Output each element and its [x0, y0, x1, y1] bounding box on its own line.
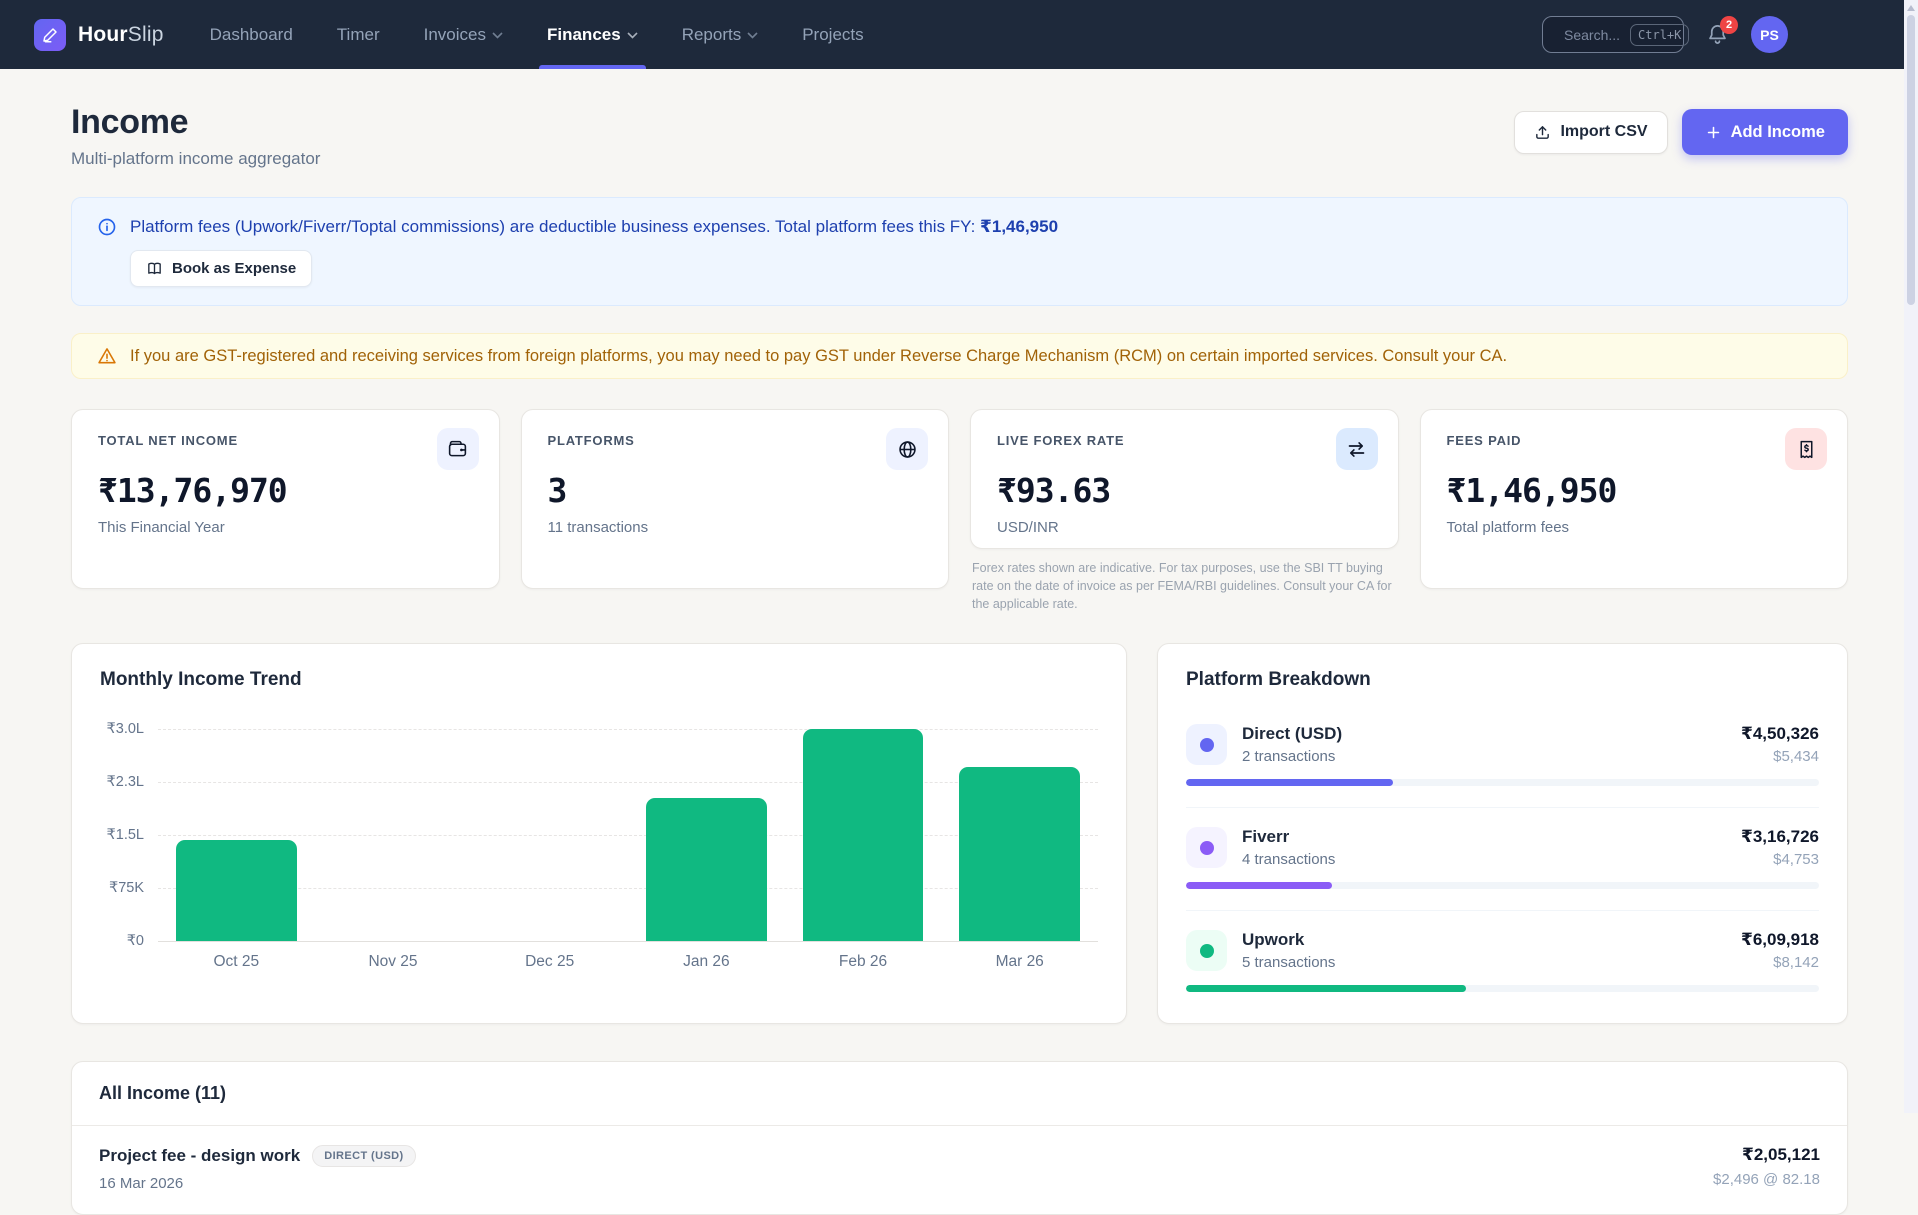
chart-bar-feb-26	[802, 729, 924, 942]
stat-subtext: This Financial Year	[98, 519, 225, 536]
stat-label: TOTAL NET INCOME	[98, 433, 238, 448]
stat-card-total-net-income: TOTAL NET INCOME ₹13,76,970 This Financi…	[71, 409, 500, 589]
notification-count-badge: 2	[1720, 16, 1738, 34]
page-header: Income Multi-platform income aggregator …	[71, 103, 1848, 169]
add-income-button[interactable]: Add Income	[1681, 109, 1848, 155]
import-csv-button[interactable]: Import CSV	[1514, 110, 1668, 154]
platform-dot-icon	[1186, 724, 1227, 766]
breakdown-row-direct-usd: Direct (USD) 2 transactions ₹4,50,326 $5…	[1186, 705, 1819, 809]
search-placeholder: Search...	[1564, 26, 1621, 43]
scroll-up-arrow[interactable]	[1907, 5, 1915, 11]
search-shortcut-kbd: Ctrl+K	[1630, 23, 1690, 46]
all-income-header: All Income (11)	[72, 1062, 1847, 1127]
nav-invoices[interactable]: Invoices	[424, 0, 503, 69]
bar-chart: ₹3.0L ₹2.3L ₹1.5L ₹75K ₹0	[100, 721, 1098, 950]
nav-reports[interactable]: Reports	[682, 0, 759, 69]
progress-track	[1186, 985, 1819, 993]
page-subtitle: Multi-platform income aggregator	[71, 149, 321, 168]
stat-label: FEES PAID	[1446, 433, 1522, 448]
platform-fees-info-banner: Platform fees (Upwork/Fiverr/Toptal comm…	[71, 197, 1848, 306]
receipt-icon	[1785, 428, 1827, 470]
nav-projects[interactable]: Projects	[802, 0, 863, 69]
progress-fill	[1186, 882, 1332, 890]
info-banner-amount: ₹1,46,950	[980, 217, 1059, 236]
income-row-inr: ₹2,05,121	[1741, 1145, 1820, 1165]
plus-icon	[1707, 126, 1719, 138]
stat-value: ₹1,46,950	[1446, 471, 1618, 510]
scrollbar-thumb[interactable]	[1907, 15, 1915, 305]
upload-icon	[1536, 125, 1550, 139]
search-input[interactable]: Search... Ctrl+K	[1542, 16, 1690, 53]
hourslip-logo-icon	[34, 18, 66, 51]
chevron-down-icon	[627, 32, 638, 39]
book-icon	[148, 262, 161, 275]
stat-subtext: USD/INR	[997, 519, 1059, 536]
income-row-date: 16 Mar 2026	[99, 1175, 184, 1193]
chevron-down-icon	[747, 32, 758, 39]
wallet-icon	[436, 428, 479, 470]
page-title: Income	[71, 103, 189, 141]
forex-footnote: Forex rates shown are indicative. For ta…	[972, 561, 1392, 612]
progress-fill	[1186, 985, 1467, 993]
chart-plot-area	[158, 729, 1098, 943]
chart-bar-jan-26	[646, 797, 767, 942]
globe-icon	[886, 428, 928, 470]
platform-breakdown-card: Platform Breakdown Direct (USD) 2 transa…	[1157, 643, 1848, 1025]
monthly-income-trend-card: Monthly Income Trend ₹3.0L ₹2.3L ₹1.5L ₹…	[71, 643, 1127, 1025]
charts-row: Monthly Income Trend ₹3.0L ₹2.3L ₹1.5L ₹…	[71, 643, 1848, 1025]
scrollbar[interactable]	[1904, 0, 1918, 1113]
chevron-down-icon	[492, 32, 503, 39]
breakdown-row-fiverr: Fiverr 4 transactions ₹3,16,726 $4,753	[1186, 808, 1819, 912]
progress-fill	[1186, 779, 1393, 787]
income-row-title: Project fee - design work	[99, 1146, 301, 1166]
breakdown-title: Platform Breakdown	[1186, 669, 1371, 691]
chart-bar-mar-26	[959, 766, 1080, 942]
progress-track	[1186, 882, 1819, 890]
stat-subtext: 11 transactions	[547, 519, 649, 536]
stat-label: PLATFORMS	[547, 433, 635, 448]
income-row[interactable]: Project fee - design work DIRECT (USD) 1…	[72, 1126, 1847, 1214]
avatar[interactable]: PS	[1751, 16, 1788, 53]
income-source-badge: DIRECT (USD)	[312, 1145, 416, 1168]
stat-subtext: Total platform fees	[1446, 519, 1570, 536]
stat-cell-forex: LIVE FOREX RATE ₹93.63 USD/INR Forex rat…	[970, 409, 1399, 613]
platform-dot-icon	[1186, 930, 1227, 972]
warning-banner-text: If you are GST-registered and receiving …	[130, 346, 1508, 365]
progress-track	[1186, 779, 1819, 787]
brand-name: HourSlip	[78, 22, 164, 46]
info-icon	[98, 218, 116, 236]
top-navbar: HourSlip Dashboard Timer Invoices Financ…	[0, 0, 1904, 69]
warning-icon	[98, 348, 116, 364]
stat-value: ₹13,76,970	[98, 471, 288, 510]
navbar-right: Search... Ctrl+K 2 PS	[1542, 16, 1788, 53]
stats-row: TOTAL NET INCOME ₹13,76,970 This Financi…	[71, 409, 1848, 613]
exchange-icon	[1335, 428, 1378, 470]
nav-dashboard[interactable]: Dashboard	[210, 0, 293, 69]
main-nav: Dashboard Timer Invoices Finances Report…	[210, 0, 864, 69]
stat-label: LIVE FOREX RATE	[997, 433, 1125, 448]
main-content: Income Multi-platform income aggregator …	[0, 69, 1904, 1215]
chart-baseline	[158, 941, 1098, 943]
platform-dot-icon	[1186, 827, 1227, 869]
income-row-usd-rate: $2,496 @ 82.18	[1713, 1171, 1820, 1189]
brand-logo[interactable]: HourSlip	[34, 18, 164, 51]
all-income-card: All Income (11) Project fee - design wor…	[71, 1061, 1848, 1215]
stat-value: ₹93.63	[997, 471, 1111, 510]
chart-title: Monthly Income Trend	[100, 669, 302, 691]
notifications-button[interactable]: 2	[1706, 16, 1738, 46]
breakdown-row-upwork: Upwork 5 transactions ₹6,09,918 $8,142	[1186, 911, 1819, 1013]
page: HourSlip Dashboard Timer Invoices Financ…	[0, 0, 1904, 1215]
info-banner-text: Platform fees (Upwork/Fiverr/Toptal comm…	[130, 217, 976, 236]
stat-card-live-forex-rate: LIVE FOREX RATE ₹93.63 USD/INR	[970, 409, 1399, 549]
book-as-expense-button[interactable]: Book as Expense	[130, 250, 313, 287]
chart-y-axis: ₹3.0L ₹2.3L ₹1.5L ₹75K ₹0	[106, 721, 144, 950]
nav-finances[interactable]: Finances	[539, 0, 646, 69]
chart-x-axis: Oct 25 Nov 25 Dec 25 Jan 26 Feb 26 Mar 2…	[213, 953, 1044, 971]
stat-card-fees-paid: FEES PAID ₹1,46,950 Total platform fees	[1419, 409, 1848, 589]
stat-value: 3	[547, 471, 568, 510]
gst-warning-banner: If you are GST-registered and receiving …	[71, 333, 1848, 379]
stat-card-platforms: PLATFORMS 3 11 transactions	[520, 409, 949, 589]
chart-bar-oct-25	[176, 839, 297, 942]
nav-timer[interactable]: Timer	[337, 0, 380, 69]
